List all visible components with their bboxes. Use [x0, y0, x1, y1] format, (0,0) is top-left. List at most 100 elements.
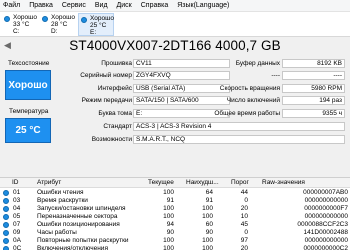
- status-dot-icon: [3, 206, 9, 212]
- status-dot-icon: [3, 190, 9, 196]
- cell-worst: 100: [202, 205, 213, 212]
- status-dot-icon: [3, 214, 9, 220]
- cell-attribute: Часы работы: [37, 229, 77, 236]
- menu-disk[interactable]: Диск: [117, 0, 132, 12]
- table-row[interactable]: 0A Повторные попытки раскрутки 100 100 97 000…: [0, 237, 350, 245]
- cell-attribute: Время раскрутки: [37, 197, 88, 204]
- cell-id: 05: [13, 213, 21, 220]
- drive-tab-c[interactable]: Хорошо 33 °C C:: [2, 13, 38, 36]
- cell-current: 90: [166, 229, 174, 236]
- serial-label: Серийный номер: [80, 72, 132, 79]
- cell-attribute: Повторные попытки раскрутки: [37, 237, 129, 244]
- cell-raw: 0000000000C2: [303, 245, 348, 250]
- menu-edit[interactable]: Правка: [29, 0, 53, 12]
- cell-worst: 91: [205, 197, 213, 204]
- cell-raw: 000000000000: [304, 237, 348, 244]
- cell-attribute: Переназначенные сектора: [37, 213, 118, 220]
- menu-service[interactable]: Сервис: [62, 0, 86, 12]
- power-on-hours-value: 9355 ч: [282, 109, 345, 118]
- cell-id: 09: [13, 229, 21, 236]
- cell-attribute: Запуски/остановки шпинделя: [37, 205, 126, 212]
- cell-worst: 64: [205, 189, 213, 196]
- rotation-speed-label: Скорость вращения: [219, 85, 280, 92]
- cell-current: 91: [166, 197, 174, 204]
- cell-attribute: Ошибки чтения: [37, 189, 84, 196]
- health-status-badge[interactable]: Хорошо: [5, 70, 51, 100]
- cell-attribute: Ошибки позиционирования: [37, 221, 120, 228]
- cell-raw: 0000000000F7: [304, 205, 348, 212]
- transfer-mode-label: Режим передачи: [81, 97, 132, 104]
- cell-threshold: 97: [240, 237, 248, 244]
- drive-temp: 28 °C: [51, 21, 68, 28]
- col-threshold[interactable]: Порог: [231, 179, 249, 186]
- cell-raw: 141D00002488: [303, 229, 348, 236]
- cell-threshold: 0: [244, 229, 248, 236]
- status-dot-icon: [3, 230, 9, 236]
- table-row[interactable]: 09 Часы работы 90 90 0 141D00002488: [0, 229, 350, 237]
- buffer-value: 8192 KB: [282, 59, 345, 68]
- drive-letter: D:: [51, 28, 58, 35]
- features-value: S.M.A.R.T., NCQ: [133, 135, 345, 144]
- power-on-count-value: 194 раз: [282, 96, 345, 105]
- power-on-hours-label: Общее время работы: [214, 110, 280, 117]
- standard-label: Стандарт: [103, 123, 132, 130]
- drive-letter: E:: [90, 29, 97, 36]
- interface-label: Интерфейс: [97, 85, 132, 92]
- cell-worst: 60: [205, 221, 213, 228]
- menu-view[interactable]: Вид: [95, 0, 108, 12]
- col-id[interactable]: ID: [12, 179, 19, 186]
- cell-id: 07: [13, 221, 21, 228]
- drive-bar: Хорошо 33 °C C: Хорошо 28 °C D: Хорошо 2…: [0, 12, 350, 37]
- cell-id: 0A: [13, 237, 21, 244]
- cell-threshold: 44: [240, 189, 248, 196]
- rotation-speed-value: 5980 RPM: [282, 84, 345, 93]
- table-row[interactable]: 03 Время раскрутки 91 91 0 000000000000: [0, 197, 350, 205]
- drive-tab-e[interactable]: Хорошо 25 °C E:: [78, 13, 114, 36]
- col-current[interactable]: Текущее: [148, 179, 174, 186]
- drive-letter: C:: [13, 28, 20, 35]
- col-raw[interactable]: Raw-значения: [262, 179, 305, 186]
- table-row[interactable]: 05 Переназначенные сектора 100 100 10 0000000…: [0, 213, 350, 221]
- features-label: Возможности: [91, 136, 132, 143]
- table-row[interactable]: 01 Ошибки чтения 100 64 44 000000007AB0: [0, 189, 350, 197]
- drive-status: Хорошо: [51, 14, 75, 21]
- cell-worst: 100: [202, 245, 213, 250]
- status-dot-icon: [3, 222, 9, 228]
- cell-current: 94: [166, 221, 174, 228]
- temperature-badge[interactable]: 25 °C: [5, 118, 51, 143]
- table-row[interactable]: 07 Ошибки позиционирования 94 60 45 0000088CC…: [0, 221, 350, 229]
- menu-language[interactable]: Язык(Language): [177, 0, 229, 12]
- cell-raw: 000000000000: [304, 197, 348, 204]
- menu-help[interactable]: Справка: [141, 0, 168, 12]
- cell-current: 100: [163, 189, 174, 196]
- health-dot-icon: [4, 16, 10, 22]
- cell-raw: 000000007AB0: [303, 189, 348, 196]
- serial-value: ZGY4FXVQ: [133, 71, 230, 80]
- disk-title: ST4000VX007-2DT166 4000,7 GB: [69, 38, 281, 53]
- interface-value: USB (Serial ATA): [133, 84, 230, 93]
- col-worst[interactable]: Наихудш...: [186, 179, 219, 186]
- status-dot-icon: [3, 198, 9, 204]
- menu-file[interactable]: Файл: [3, 0, 20, 12]
- table-header: ID Атрибут Текущее Наихудш... Порог Raw-…: [0, 178, 350, 188]
- col-attribute[interactable]: Атрибут: [37, 179, 61, 186]
- smart-attributes-table[interactable]: ID Атрибут Текущее Наихудш... Порог Raw-…: [0, 177, 350, 250]
- status-dot-icon: [3, 246, 9, 250]
- cell-current: 100: [163, 205, 174, 212]
- health-dot-icon: [42, 16, 48, 22]
- prev-disk-arrow-icon[interactable]: ◀: [4, 40, 11, 51]
- drive-status: Хорошо: [90, 15, 114, 22]
- drive-tab-d[interactable]: Хорошо 28 °C D:: [40, 13, 76, 36]
- cell-threshold: 0: [244, 197, 248, 204]
- cell-raw: 0000088CCF2C3: [297, 221, 348, 228]
- table-row[interactable]: 0C Включения/отключения 100 100 20 0000000000…: [0, 245, 350, 250]
- cell-id: 03: [13, 197, 21, 204]
- firmware-value: CV11: [133, 59, 230, 68]
- table-row[interactable]: 04 Запуски/остановки шпинделя 100 100 20 0000…: [0, 205, 350, 213]
- cell-worst: 100: [202, 237, 213, 244]
- cell-current: 100: [163, 237, 174, 244]
- transfer-mode-value: SATA/150 | SATA/600: [133, 96, 230, 105]
- drive-status: Хорошо: [13, 14, 37, 21]
- health-status-label: Техсостояние: [8, 60, 50, 67]
- cell-current: 100: [163, 213, 174, 220]
